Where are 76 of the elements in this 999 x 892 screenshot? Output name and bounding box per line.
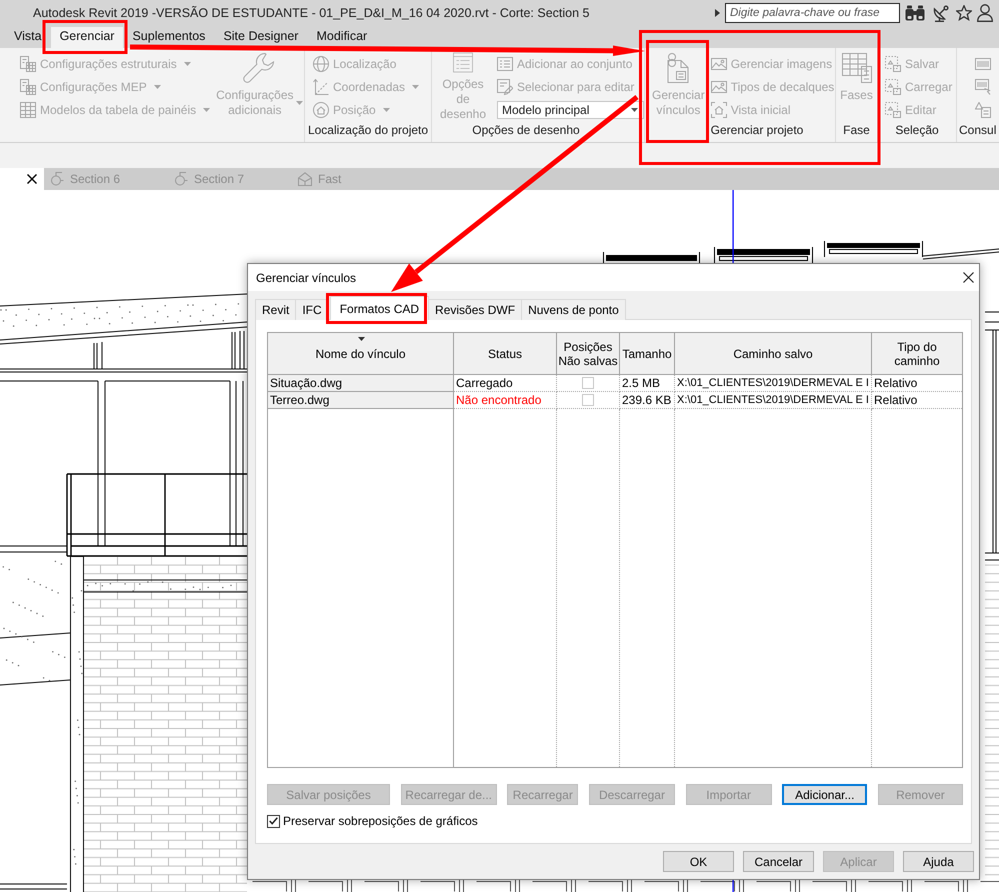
panel-title: Localização do projeto [308, 123, 428, 137]
section-marker-icon [50, 172, 64, 186]
panel-title: Opções de desenho [472, 123, 580, 137]
dialog-title: Gerenciar vínculos [256, 270, 356, 284]
panel-title: Seleção [895, 123, 939, 137]
view-tab[interactable]: Section 7 [168, 168, 292, 190]
table-icon [20, 102, 36, 118]
house-circle-icon [313, 102, 329, 118]
satellite-dish-icon[interactable] [933, 4, 951, 22]
checkbox-label: Preservar sobreposições de gráficos [283, 814, 478, 828]
tab[interactable]: IFC [295, 299, 329, 320]
table-cell: Não encontrado [454, 392, 556, 408]
column-header[interactable]: Caminho salvo [674, 332, 872, 374]
triangle-icon[interactable] [715, 8, 720, 16]
dialog-button[interactable]: Cancelar [743, 851, 814, 872]
table-cell: X:\01_CLIENTES\2019\DERMEVAL E I [674, 374, 872, 392]
ribbon-tab[interactable]: Gerenciar [50, 27, 124, 48]
binoculars-icon[interactable] [905, 4, 925, 20]
sheet-pencil-icon [497, 78, 513, 94]
view-tab[interactable]: Fast [292, 168, 416, 190]
dashed-selection-icon [885, 56, 901, 72]
close-button[interactable] [26, 173, 38, 185]
table-cell: 239.6 KB [620, 392, 674, 408]
dialog-button[interactable]: OK [663, 851, 734, 872]
panel-title: Consul [959, 123, 996, 137]
globe-icon [313, 56, 329, 72]
ribbon-tab[interactable]: Modificar [307, 27, 376, 48]
search-field[interactable]: Digite palavra-chave ou frase [725, 2, 900, 22]
close-icon [27, 174, 37, 184]
table-cell: 2.5 MB [620, 374, 674, 392]
tab[interactable]: Nuvens de ponto [521, 299, 626, 320]
section-marker-icon [174, 172, 188, 186]
picture-icon [710, 78, 727, 94]
dashed-selection-icon [885, 102, 901, 118]
table-cell: Carregado [454, 374, 556, 392]
ribbon-tab[interactable]: Site Designer [214, 27, 308, 48]
column-header[interactable]: Nome do vínculo [268, 332, 454, 374]
roof-slab [984, 312, 999, 330]
column-header[interactable]: Status [454, 332, 556, 374]
ribbon-tab[interactable]: Vista [5, 27, 51, 48]
list-icon [497, 56, 513, 72]
table-cell: Terreo.dwg [268, 392, 454, 408]
house-icon [298, 172, 312, 186]
sheet-grid-icon [20, 56, 36, 72]
checkbox[interactable] [267, 814, 280, 828]
sort-arrow-icon [358, 337, 364, 341]
window-title: Autodesk Revit 2019 -VERSÃO DE ESTUDANTE - 01_PE_D&I_M_16 04 2020.rvt - Corte: Section 5 [33, 6, 590, 20]
table-sheet-icon [840, 52, 872, 84]
wrench-icon [243, 52, 276, 84]
sheet-grid-icon [20, 78, 36, 94]
floor-slab [0, 546, 68, 552]
tab[interactable]: Revit [255, 299, 296, 320]
picture-icon [710, 56, 727, 72]
dropdown[interactable]: Modelo principal [497, 101, 644, 119]
view-tab[interactable] [0, 168, 44, 190]
column-header[interactable]: Tipo do caminho [872, 332, 962, 374]
tab[interactable]: Revisões DWF [428, 299, 522, 320]
dashed-selection-icon [885, 78, 901, 94]
close-icon [962, 272, 974, 283]
view-tab[interactable]: Section 6 [44, 168, 168, 190]
dialog-button[interactable]: Ajuda [903, 851, 974, 872]
action-button[interactable]: Adicionar... [782, 784, 868, 805]
reference-line [732, 880, 734, 892]
axes-icon [313, 78, 329, 94]
column-header[interactable]: Posições Não salvas [556, 332, 620, 374]
panel-title: Fase [843, 123, 870, 137]
caret-icon [631, 108, 638, 112]
tab[interactable]: Formatos CAD [330, 296, 430, 320]
column-header[interactable]: Tamanho [620, 332, 674, 374]
ribbon-tab[interactable]: Suplementos [123, 27, 214, 48]
panel-title: Gerenciar projeto [710, 123, 804, 137]
star-icon[interactable] [956, 4, 972, 20]
table-cell: Situação.dwg [268, 374, 454, 392]
house-frame-icon [710, 102, 727, 118]
user-icon[interactable] [977, 4, 993, 22]
table-cell: X:\01_CLIENTES\2019\DERMEVAL E I [674, 392, 872, 408]
